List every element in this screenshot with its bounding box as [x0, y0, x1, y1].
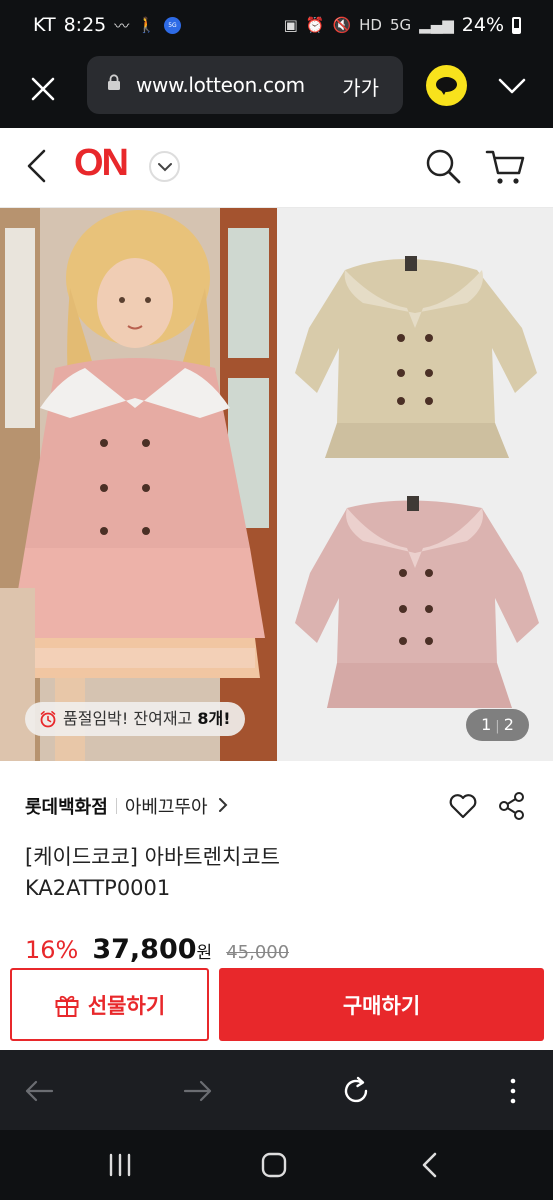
pager-current: 1: [481, 715, 492, 734]
product-photo-model[interactable]: [0, 208, 277, 761]
chevron-right-icon: [218, 797, 228, 816]
status-bar: KT 8:25 〰 🚶 5G ▣ ⏰ 🔇 HD 5G ▂▄▆ 24%: [0, 0, 553, 54]
low-stock-badge: 품절임박! 잔여재고 8개!: [25, 702, 245, 736]
close-icon[interactable]: [24, 70, 62, 108]
system-back-icon[interactable]: [415, 1150, 445, 1180]
sale-price: 37,800원: [92, 934, 212, 965]
mute-icon: 🔇: [332, 16, 352, 34]
alarm-clock-icon: [40, 711, 56, 728]
model-photo-illustration: [0, 208, 277, 761]
gallery-pager: 1 | 2: [466, 709, 529, 741]
lock-icon: [108, 74, 120, 90]
signal-wave-icon: 〰: [114, 16, 130, 35]
sale-price-value: 37,800: [92, 934, 197, 965]
brand-name: 아베끄뚜아: [124, 797, 208, 818]
price-row: 16% 37,800원 45,000: [25, 934, 289, 968]
original-price: 45,000: [226, 942, 290, 963]
system-nav-bar: [0, 1130, 553, 1200]
coat-flatlay-illustration: [277, 208, 553, 761]
low-stock-prefix: 품절임박! 잔여재고: [63, 709, 198, 728]
pager-total: 2: [503, 715, 514, 734]
status-right: ▣ ⏰ 🔇 HD 5G ▂▄▆ 24%: [284, 14, 521, 36]
back-arrow-icon[interactable]: [22, 1074, 56, 1108]
super-5g-icon: 5G: [163, 16, 181, 34]
product-photo-flatlay[interactable]: [277, 208, 553, 761]
browser-bottom-nav: [0, 1050, 553, 1130]
forward-arrow-icon[interactable]: [181, 1074, 215, 1108]
discount-rate: 16%: [25, 936, 79, 964]
refresh-icon[interactable]: [339, 1074, 373, 1108]
hd-icon: HD: [359, 16, 382, 34]
purchase-bar: 선물하기 구매하기: [0, 966, 553, 1050]
low-stock-count: 8개!: [197, 709, 231, 728]
product-code: KA2ATTP0001: [25, 876, 171, 900]
brand-row[interactable]: 롯데백화점 아베끄뚜아: [25, 793, 228, 819]
status-left: KT 8:25 〰 🚶 5G: [33, 14, 181, 36]
share-icon[interactable]: [498, 791, 526, 821]
kakaotalk-icon[interactable]: [426, 65, 467, 106]
gift-icon: [55, 995, 79, 1017]
alarm-icon: ⏰: [305, 16, 325, 34]
brand-divider: [115, 798, 117, 814]
carrier-label: KT: [33, 14, 56, 36]
walking-icon: 🚶: [137, 16, 156, 34]
search-icon[interactable]: [424, 147, 462, 185]
more-menu-icon[interactable]: [496, 1074, 530, 1108]
currency-unit: 원: [196, 943, 213, 963]
site-header: ON: [0, 128, 553, 208]
home-icon[interactable]: [259, 1150, 289, 1180]
low-stock-text: 품절임박! 잔여재고 8개!: [63, 702, 231, 736]
url-field[interactable]: www.lotteon.com 가가: [87, 56, 403, 114]
browser-toolbar: www.lotteon.com 가가: [0, 54, 553, 128]
battery-percent: 24%: [461, 14, 504, 36]
heart-icon[interactable]: [448, 791, 478, 821]
gift-button[interactable]: 선물하기: [10, 968, 209, 1041]
back-icon[interactable]: [25, 148, 47, 184]
store-name: 롯데백화점: [25, 797, 108, 818]
signal-bars-icon: ▂▄▆: [419, 16, 454, 34]
time-label: 8:25: [63, 14, 107, 36]
cart-icon[interactable]: [485, 147, 525, 187]
gift-button-label: 선물하기: [87, 993, 166, 1018]
recent-apps-icon[interactable]: [105, 1150, 135, 1180]
chevron-down-icon[interactable]: [497, 70, 527, 100]
battery-icon: [512, 16, 521, 34]
text-size-button[interactable]: 가가: [342, 72, 379, 101]
chevron-down-icon[interactable]: [149, 151, 180, 182]
network-label: 5G: [389, 16, 412, 34]
buy-button[interactable]: 구매하기: [219, 968, 544, 1041]
url-text: www.lotteon.com: [136, 73, 305, 97]
notification-icon: ▣: [283, 16, 298, 34]
product-name: [케이드코코] 아바트렌치코트: [25, 845, 280, 869]
buy-button-label: 구매하기: [342, 993, 421, 1018]
lotteon-logo[interactable]: ON: [74, 142, 129, 185]
